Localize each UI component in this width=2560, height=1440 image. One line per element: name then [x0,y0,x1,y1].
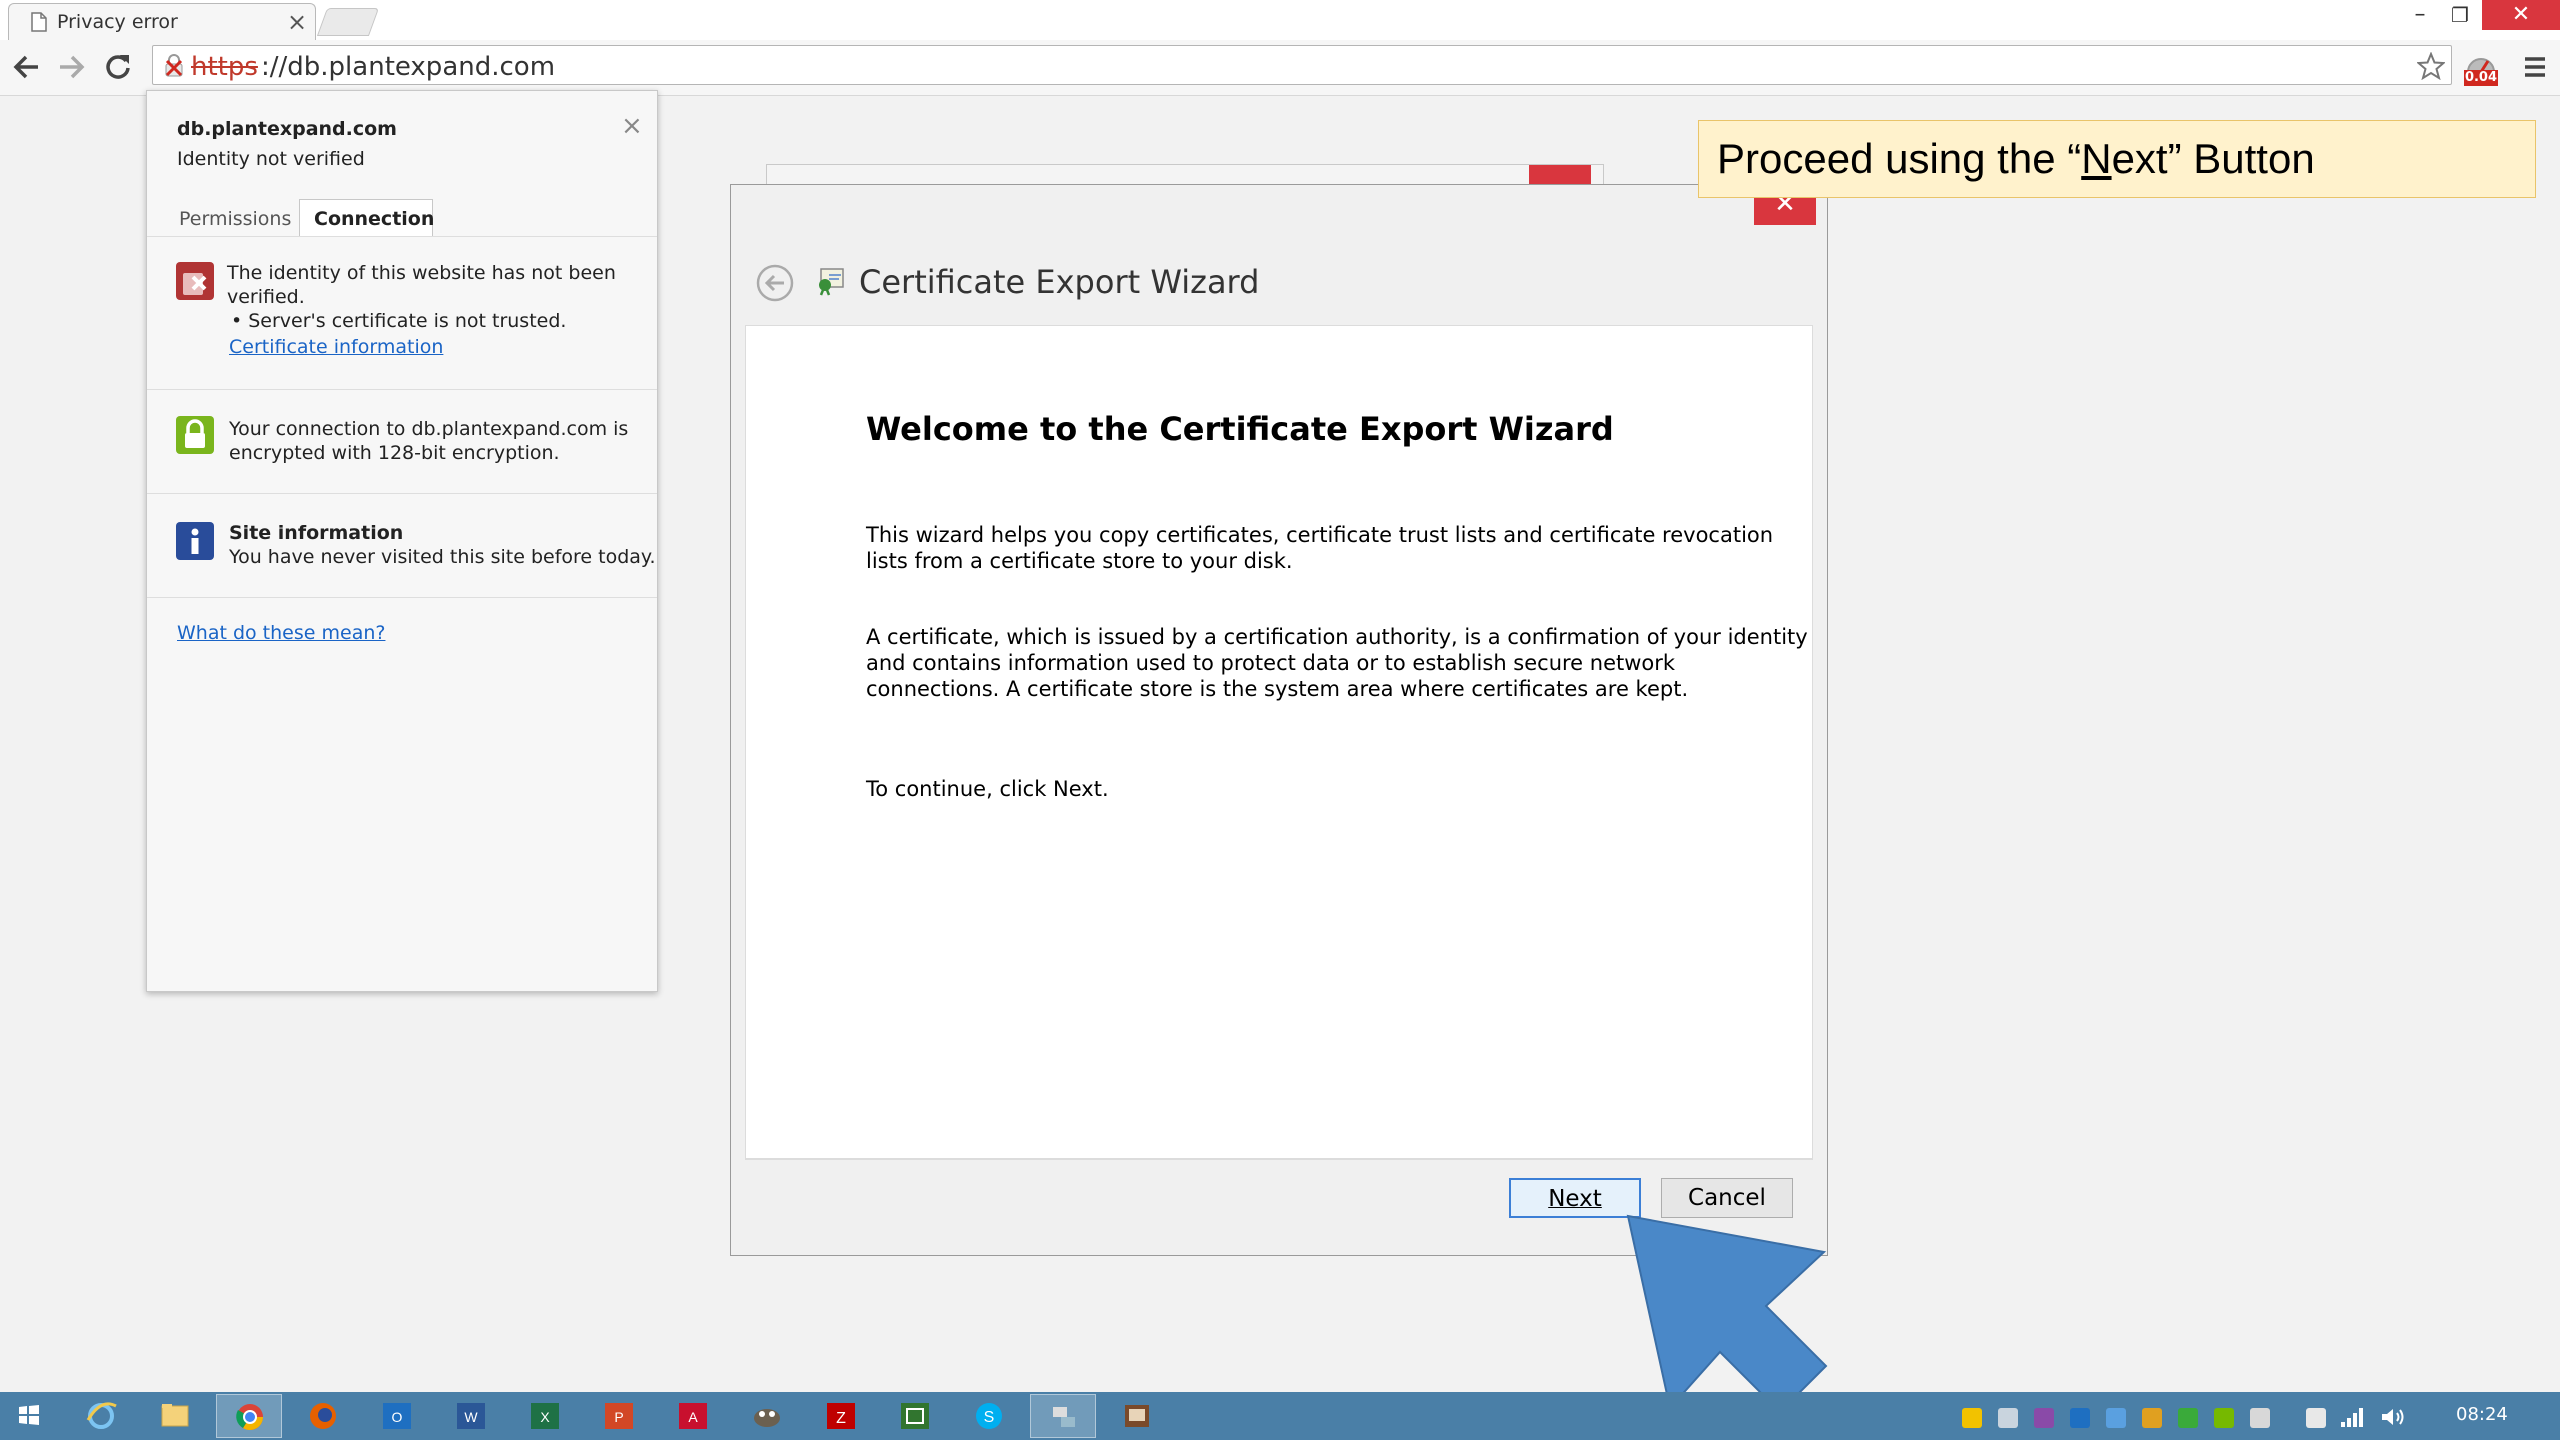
filezilla-icon[interactable]: Z [808,1394,874,1438]
page-icon [31,12,47,32]
svg-text:A: A [688,1409,698,1425]
certificate-export-wizard-dialog: ✕ Certificate Export Wizard Welcome to t… [730,184,1828,1256]
instruction-callout: Proceed using the “Next” Button [1698,120,2536,198]
window-close-button[interactable]: ✕ [2482,0,2560,30]
reload-icon[interactable] [104,52,132,80]
excel-icon[interactable]: X [512,1394,578,1438]
project-icon[interactable] [882,1394,948,1438]
tray-check-icon[interactable] [2178,1408,2198,1428]
menu-icon[interactable] [2524,56,2546,78]
tab-title: Privacy error [57,11,178,33]
tray-flag-icon[interactable] [2250,1408,2270,1428]
windows-start-icon[interactable] [18,1404,40,1426]
callout-mnemonic: N [2081,135,2112,182]
tray-outlook-icon[interactable] [2070,1408,2090,1428]
svg-text:X: X [540,1409,550,1425]
wifi-signal-icon[interactable] [2340,1406,2364,1428]
extension-icon[interactable]: 0.04 [2464,52,2498,88]
taskbar-clock: 08:24 [2456,1404,2508,1425]
firefox-icon[interactable] [290,1394,356,1438]
tab-privacy-error[interactable]: Privacy error × [8,3,316,40]
extension-badge: 0.04 [2464,70,2498,86]
url-scheme: https [191,52,258,82]
wizard-heading: Welcome to the Certificate Export Wizard [866,410,1614,448]
certificate-information-link[interactable]: Certificate information [229,335,443,359]
browser-toolbar: https ://db.plantexpand.com 0.04 [0,40,2560,96]
tray-network-icon[interactable] [2106,1408,2126,1428]
wizard-paragraph-1-line-1: This wizard helps you copy certificates,… [866,523,1774,547]
identity-text-line1: The identity of this website has not bee… [227,262,616,284]
gimp-icon[interactable] [734,1394,800,1438]
pointer-arrow-annotation [1626,1214,1828,1414]
network-tool-icon[interactable] [1030,1394,1096,1438]
tray-onenote-icon[interactable] [2034,1408,2054,1428]
svg-text:O: O [392,1409,403,1425]
broken-lock-icon[interactable] [163,54,187,78]
browser-tab-strip: Privacy error × – ❐ ✕ [0,0,2560,40]
svg-text:W: W [464,1409,478,1425]
minimize-button[interactable]: – [2400,0,2440,32]
internet-explorer-icon[interactable] [68,1394,134,1438]
tray-bird-icon[interactable] [1998,1408,2018,1428]
wizard-back-icon[interactable] [755,263,795,303]
tray-warning-icon[interactable] [1962,1408,1982,1428]
maximize-button[interactable]: ❐ [2440,0,2480,32]
encryption-text-line2: encrypted with 128-bit encryption. [229,442,560,464]
bookmark-star-icon[interactable] [2417,52,2445,80]
back-icon[interactable] [12,54,40,80]
wizard-continue-text: To continue, click Next. [866,777,1109,801]
site-information-title: Site information [229,522,404,544]
svg-text:S: S [984,1409,995,1426]
wizard-paragraph-2-line-1: A certificate, which is issued by a cert… [866,625,1808,649]
volume-icon[interactable] [2380,1406,2406,1428]
tray-device-icon[interactable] [2306,1408,2326,1428]
info-icon [175,521,215,561]
tray-alert-icon[interactable] [2142,1408,2162,1428]
popup-site-name: db.plantexpand.com [177,118,397,140]
svg-text:P: P [614,1409,623,1425]
wizard-content-panel: Welcome to the Certificate Export Wizard… [745,325,1813,1159]
word-icon[interactable]: W [438,1394,504,1438]
tab-connection[interactable]: Connection [299,199,435,237]
skype-icon[interactable]: S [956,1394,1022,1438]
what-do-these-mean-link[interactable]: What do these mean? [177,621,385,645]
wizard-paragraph-2-line-2: and contains information used to protect… [866,651,1676,675]
powerpoint-icon[interactable]: P [586,1394,652,1438]
presentation-icon[interactable] [1104,1394,1170,1438]
new-tab-button[interactable] [316,8,380,36]
chrome-icon[interactable] [216,1394,282,1438]
tray-nvidia-icon[interactable] [2214,1408,2234,1428]
file-explorer-icon[interactable] [142,1394,208,1438]
wizard-paragraph-2-line-3: connections. A certificate store is the … [866,677,1689,701]
certificate-icon [815,263,849,297]
callout-text-before: Proceed using the “ [1717,135,2082,182]
lock-icon [175,415,215,455]
tab-connection-label: Connection [314,208,435,230]
certificate-untrusted-text: • Server's certificate is not trusted. [231,310,567,332]
dialog-title: Certificate Export Wizard [859,263,1260,301]
acrobat-icon[interactable]: A [660,1394,726,1438]
encryption-text-line1: Your connection to db.plantexpand.com is [229,418,629,440]
identity-error-icon [175,261,215,301]
wizard-paragraph-1-line-2: lists from a certificate store to your d… [866,549,1293,573]
svg-text:Z: Z [836,1410,846,1427]
identity-text-line2: verified. [227,286,305,308]
tab-permissions[interactable]: Permissions [179,207,291,231]
url-host: ://db.plantexpand.com [261,52,556,82]
outlook-icon[interactable]: O [364,1394,430,1438]
callout-text-after: ext” Button [2111,135,2315,182]
taskbar: O W X P A Z S 08:24 [0,1392,2560,1440]
popup-identity-status: Identity not verified [177,148,365,170]
popup-close-icon[interactable]: × [621,111,643,141]
forward-icon[interactable] [58,54,86,80]
site-information-text: You have never visited this site before … [229,546,656,568]
site-info-popup: db.plantexpand.com Identity not verified… [146,90,658,992]
address-bar[interactable]: https ://db.plantexpand.com [152,45,2452,85]
tab-close-icon[interactable]: × [287,8,307,36]
